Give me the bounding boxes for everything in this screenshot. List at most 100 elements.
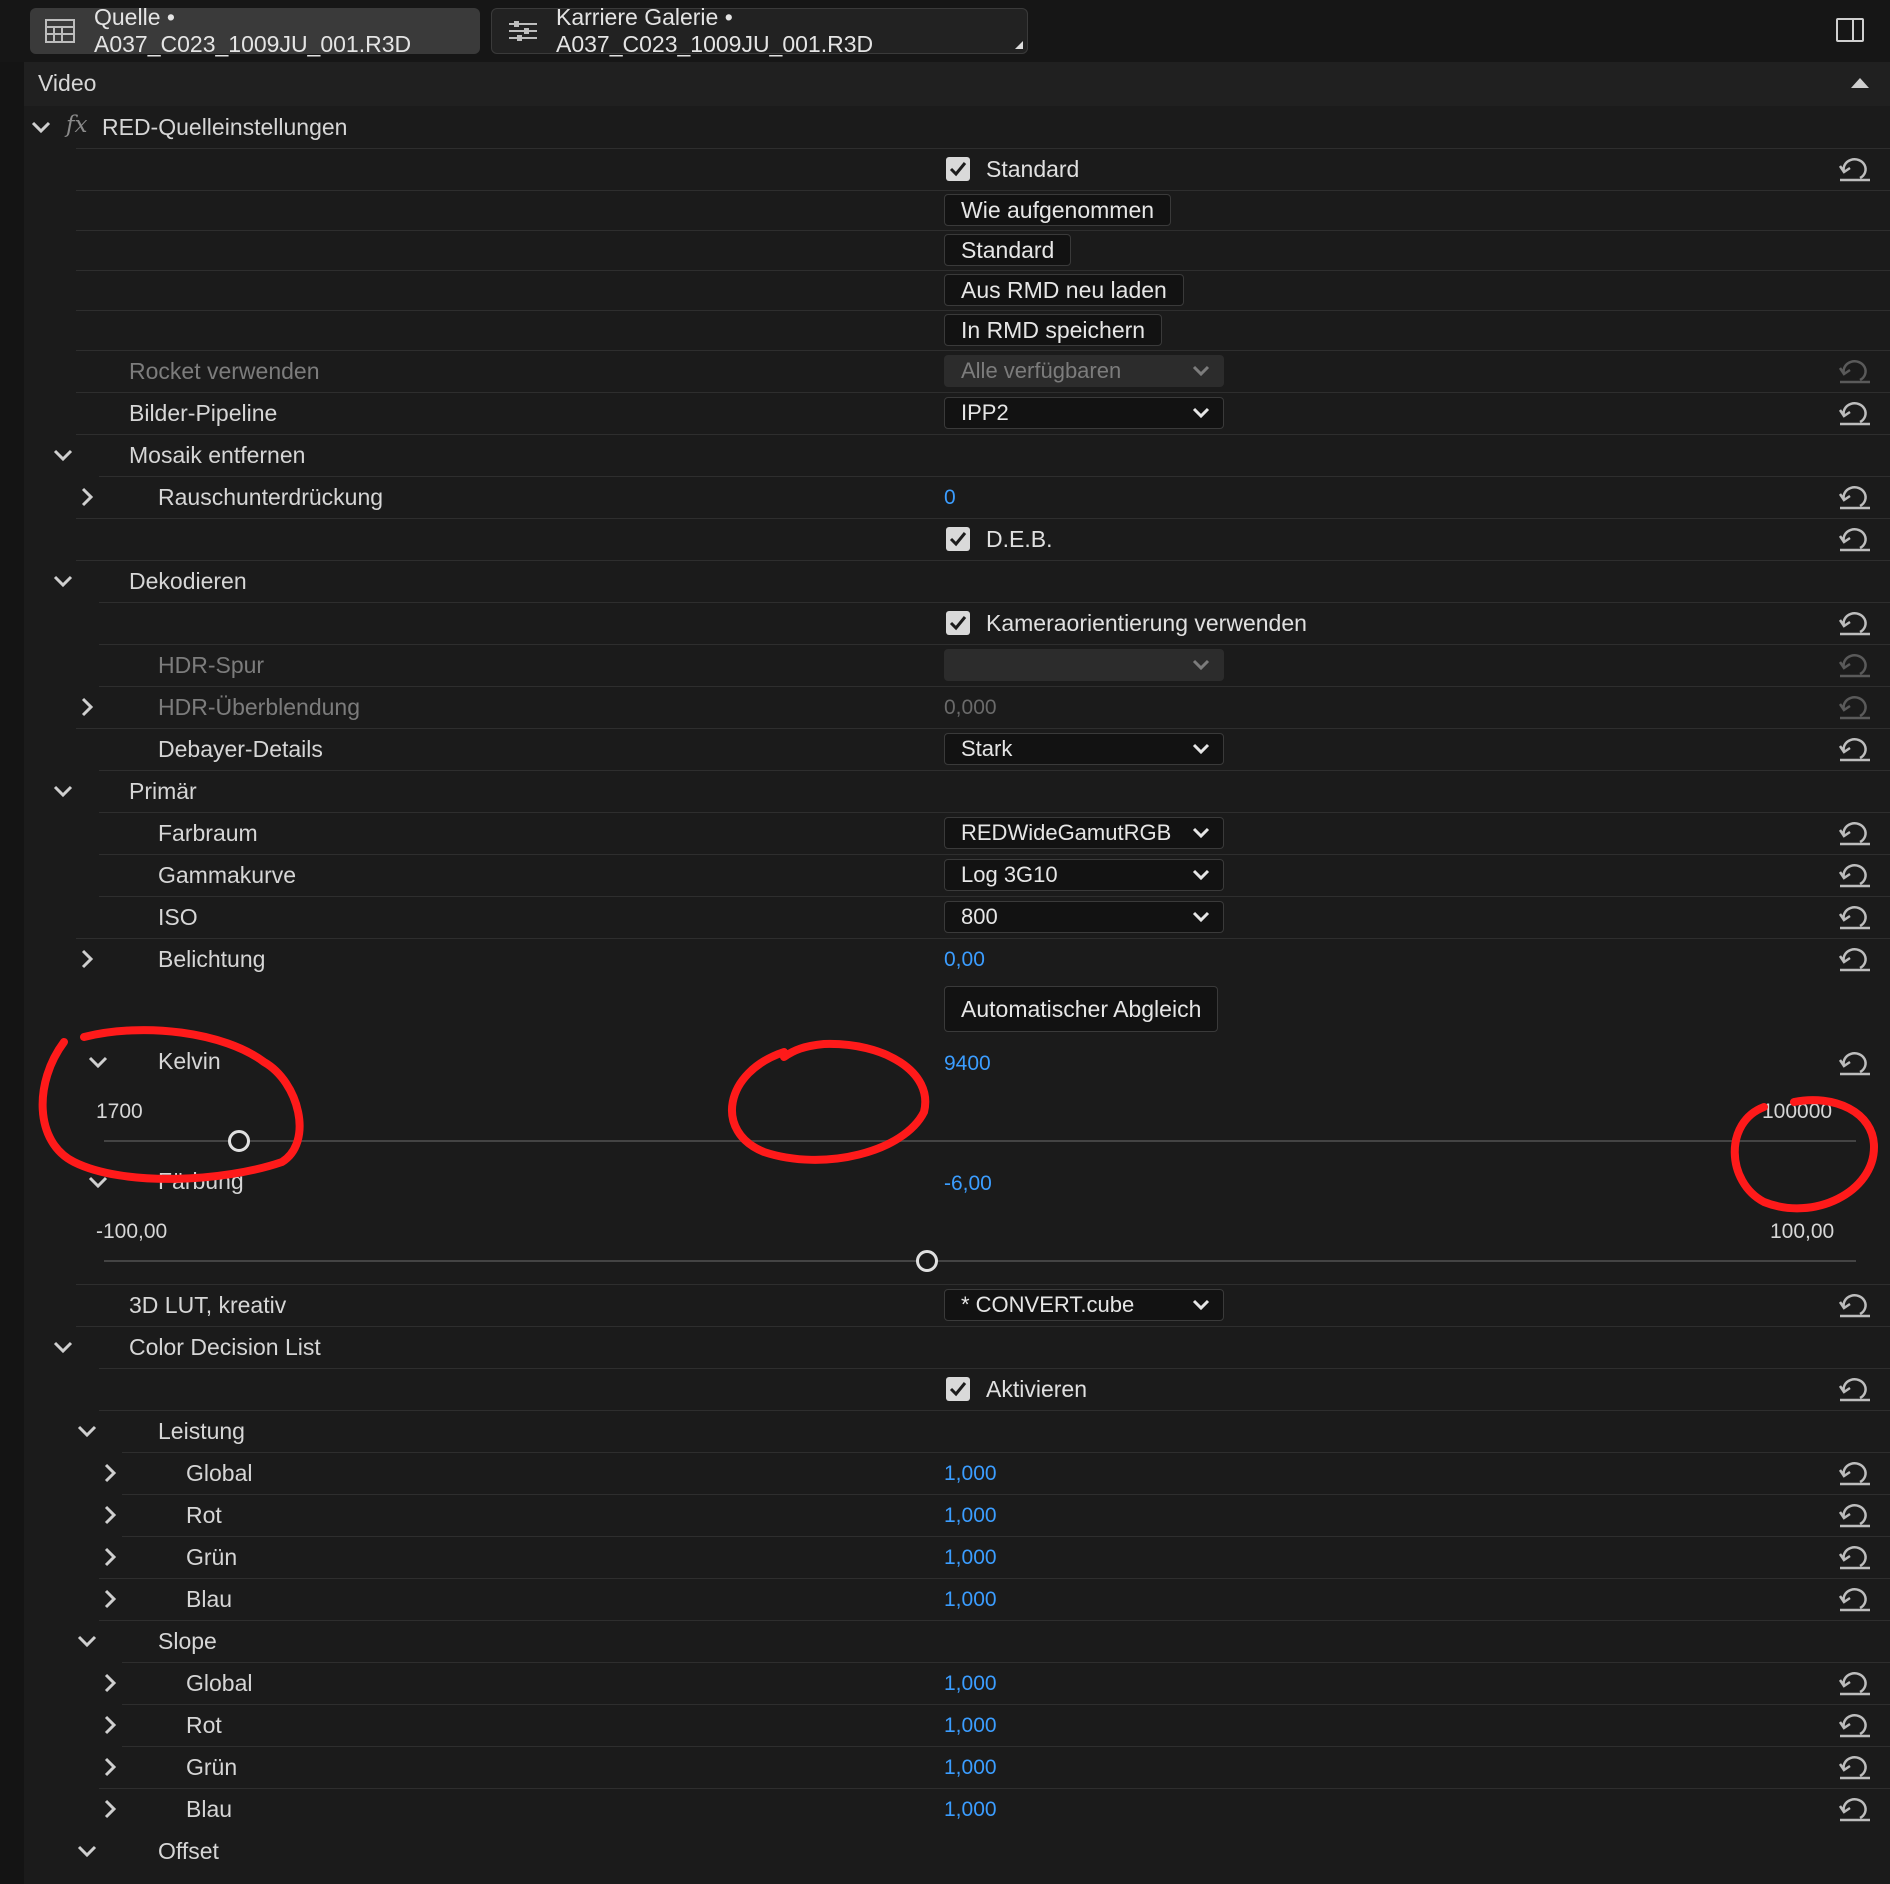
debayer-dropdown[interactable]: Stark: [944, 733, 1224, 765]
chevron-right-icon[interactable]: [99, 1672, 121, 1694]
chevron-down-icon[interactable]: [52, 444, 74, 466]
reset-icon[interactable]: [1838, 358, 1872, 384]
exposure-value[interactable]: 0,00: [944, 948, 985, 972]
reset-icon[interactable]: [1838, 1460, 1872, 1486]
chevron-down-icon[interactable]: [52, 1336, 74, 1358]
reset-icon[interactable]: [1838, 1544, 1872, 1570]
reset-icon[interactable]: [1838, 904, 1872, 930]
chevron-down-icon[interactable]: [30, 116, 52, 138]
chevron-down-icon[interactable]: [76, 1630, 98, 1652]
slope-green-value[interactable]: 1,000: [944, 1756, 997, 1780]
standard-button[interactable]: Standard: [944, 234, 1072, 266]
tint-min: -100,00: [96, 1220, 168, 1243]
kelvin-label: Kelvin: [158, 1048, 221, 1074]
slope-red-value[interactable]: 1,000: [944, 1714, 997, 1738]
debayer-row: Debayer-Details Stark: [24, 728, 1890, 770]
reload-rmd-button[interactable]: Aus RMD neu laden: [944, 274, 1184, 306]
deb-checkbox[interactable]: [946, 527, 970, 551]
reset-icon[interactable]: [1838, 1712, 1872, 1738]
row-divider: [76, 350, 1890, 351]
reset-icon[interactable]: [1838, 1586, 1872, 1612]
chevron-right-icon[interactable]: [99, 1714, 121, 1736]
reset-icon[interactable]: [1838, 946, 1872, 972]
chevron-right-icon[interactable]: [99, 1756, 121, 1778]
tab-source[interactable]: Quelle • A037_C023_1009JU_001.R3D: [30, 4, 480, 57]
iso-dropdown[interactable]: 800: [944, 901, 1224, 933]
as-shot-button-row: Wie aufgenommen: [24, 190, 1890, 230]
reset-icon[interactable]: [1838, 1670, 1872, 1696]
tab-bar: Quelle • A037_C023_1009JU_001.R3D Karrie…: [0, 0, 1890, 62]
tint-slider-track[interactable]: [104, 1260, 1856, 1262]
chevron-right-icon[interactable]: [99, 1798, 121, 1820]
as-shot-button[interactable]: Wie aufgenommen: [944, 194, 1172, 226]
pipeline-dropdown[interactable]: IPP2: [944, 397, 1224, 429]
reset-icon[interactable]: [1838, 1796, 1872, 1822]
reset-icon[interactable]: [1838, 610, 1872, 636]
tab-gallery-label: Karriere Galerie • A037_C023_1009JU_001.…: [556, 4, 874, 57]
tint-slider-thumb[interactable]: [916, 1250, 939, 1272]
slope-blue-value[interactable]: 1,000: [944, 1798, 997, 1822]
kelvin-max: 100000: [1762, 1100, 1833, 1123]
chevron-right-icon[interactable]: [99, 1588, 121, 1610]
slope-global-value[interactable]: 1,000: [944, 1672, 997, 1696]
reset-icon[interactable]: [1838, 652, 1872, 678]
noise-value[interactable]: 0: [944, 486, 956, 510]
power-red-value[interactable]: 1,000: [944, 1504, 997, 1528]
chevron-right-icon[interactable]: [76, 486, 98, 508]
standard-checkbox[interactable]: [946, 157, 970, 181]
reset-icon[interactable]: [1838, 1050, 1872, 1076]
chevron-right-icon[interactable]: [76, 948, 98, 970]
power-blue-value[interactable]: 1,000: [944, 1588, 997, 1612]
chevron-right-icon[interactable]: [99, 1546, 121, 1568]
kelvin-value[interactable]: 9400: [944, 1052, 991, 1076]
chevron-right-icon[interactable]: [99, 1504, 121, 1526]
row-divider: [99, 896, 1890, 897]
reset-icon[interactable]: [1838, 1376, 1872, 1402]
chevron-down-icon[interactable]: [87, 1051, 109, 1073]
kelvin-slider-track[interactable]: [104, 1140, 1856, 1142]
row-divider: [76, 938, 1890, 939]
row-divider: [76, 190, 1890, 191]
reset-icon[interactable]: [1838, 484, 1872, 510]
deb-checkbox-row: D.E.B.: [24, 518, 1890, 560]
panel-layout-icon[interactable]: [1836, 18, 1864, 42]
gamma-dropdown[interactable]: Log 3G10: [944, 859, 1224, 891]
reset-icon[interactable]: [1838, 156, 1872, 182]
reset-icon[interactable]: [1838, 694, 1872, 720]
chevron-down-icon[interactable]: [76, 1420, 98, 1442]
colorspace-dropdown[interactable]: REDWideGamutRGB: [944, 817, 1224, 849]
auto-balance-button[interactable]: Automatischer Abgleich: [944, 986, 1219, 1032]
save-rmd-button[interactable]: In RMD speichern: [944, 314, 1163, 346]
collapse-up-icon[interactable]: [1851, 78, 1869, 88]
reset-icon[interactable]: [1838, 736, 1872, 762]
camera-orientation-checkbox[interactable]: [946, 611, 970, 635]
reset-icon[interactable]: [1838, 1754, 1872, 1780]
reset-icon[interactable]: [1838, 526, 1872, 552]
reset-icon[interactable]: [1838, 1292, 1872, 1318]
chevron-down-icon[interactable]: [76, 1840, 98, 1862]
lut-dropdown[interactable]: * CONVERT.cube: [944, 1289, 1224, 1321]
power-global-value[interactable]: 1,000: [944, 1462, 997, 1486]
chevron-down-icon[interactable]: [52, 780, 74, 802]
kelvin-slider-thumb[interactable]: [227, 1130, 250, 1152]
reset-icon[interactable]: [1838, 400, 1872, 426]
chevron-right-icon[interactable]: [76, 696, 98, 718]
power-row: Leistung: [24, 1410, 1890, 1452]
reset-icon[interactable]: [1838, 862, 1872, 888]
chevron-down-icon[interactable]: [52, 570, 74, 592]
chevron-down-icon[interactable]: [87, 1171, 109, 1193]
exposure-row: Belichtung 0,00: [24, 938, 1890, 980]
reset-icon[interactable]: [1838, 820, 1872, 846]
cdl-enable-checkbox[interactable]: [946, 1377, 970, 1401]
tint-value[interactable]: -6,00: [944, 1172, 992, 1196]
power-red-label: Rot: [186, 1502, 222, 1528]
tab-gallery[interactable]: Karriere Galerie • A037_C023_1009JU_001.…: [491, 4, 1028, 57]
chevron-right-icon[interactable]: [99, 1462, 121, 1484]
reset-icon[interactable]: [1838, 1502, 1872, 1528]
row-divider: [99, 644, 1890, 645]
hdr-track-dropdown: [944, 649, 1224, 681]
power-green-value[interactable]: 1,000: [944, 1546, 997, 1570]
row-divider: [76, 230, 1890, 231]
row-divider: [99, 1578, 1890, 1579]
slope-blue-label: Blau: [186, 1796, 233, 1822]
